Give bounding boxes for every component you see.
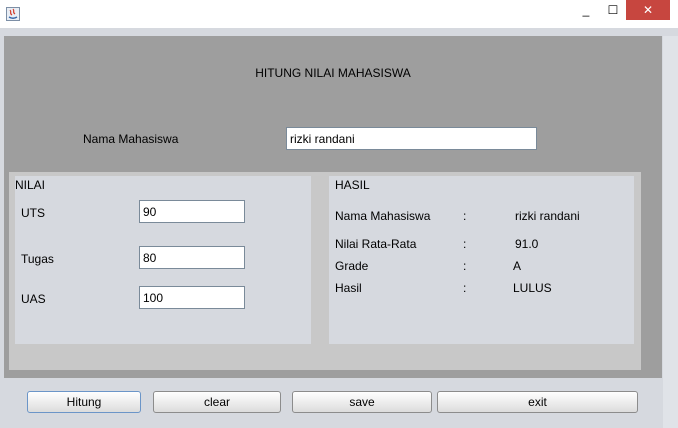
window-frame-edge	[663, 36, 678, 428]
result-value-name: rizki randani	[515, 209, 580, 223]
tugas-label: Tugas	[21, 252, 54, 266]
hitung-button[interactable]: Hitung	[27, 391, 141, 413]
name-label: Nama Mahasiswa	[83, 132, 179, 146]
uas-input[interactable]	[139, 286, 245, 309]
tugas-input[interactable]	[139, 246, 245, 269]
result-separator: :	[463, 281, 467, 295]
result-value-average: 91.0	[515, 237, 539, 251]
result-value-grade: A	[513, 259, 522, 273]
result-separator: :	[463, 237, 467, 251]
java-app-icon	[6, 7, 20, 21]
uas-label: UAS	[21, 292, 46, 306]
exit-button[interactable]: exit	[437, 391, 638, 413]
maximize-button[interactable]: ☐	[600, 0, 626, 20]
uts-input[interactable]	[139, 200, 245, 223]
save-button[interactable]: save	[292, 391, 432, 413]
result-separator: :	[463, 209, 467, 223]
result-label-average: Nilai Rata-Rata	[335, 237, 417, 251]
result-value-status: LULUS	[513, 281, 552, 295]
page-title: HITUNG NILAI MAHASISWA	[255, 66, 411, 80]
name-input[interactable]	[286, 127, 537, 150]
hasil-panel	[329, 176, 634, 344]
nilai-panel-title: NILAI	[15, 178, 46, 192]
hasil-panel-title: HASIL	[335, 178, 370, 192]
clear-button[interactable]: clear	[153, 391, 281, 413]
minimize-button[interactable]: _	[573, 0, 599, 20]
close-button[interactable]: ✕	[626, 0, 670, 20]
result-label-name: Nama Mahasiswa	[335, 209, 431, 223]
uts-label: UTS	[21, 206, 45, 220]
result-label-grade: Grade	[335, 259, 369, 273]
result-separator: :	[463, 259, 467, 273]
result-label-status: Hasil	[335, 281, 362, 295]
window-titlebar: _ ☐ ✕	[0, 0, 678, 28]
